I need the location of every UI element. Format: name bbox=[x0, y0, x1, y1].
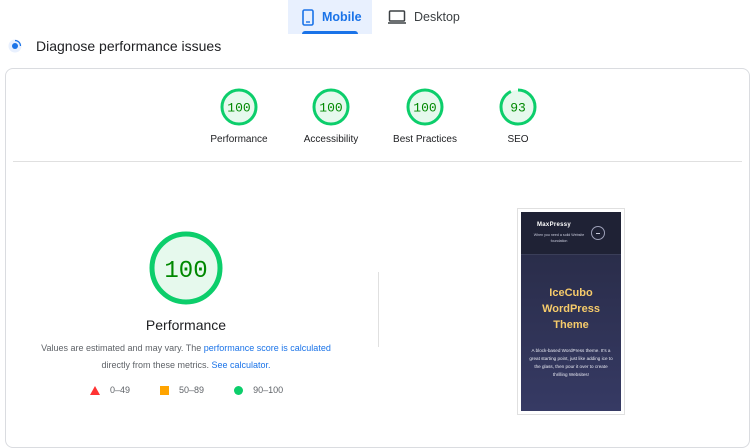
diagnose-header: Diagnose performance issues bbox=[8, 38, 221, 54]
screenshot-title-line-1: IceCubo bbox=[549, 287, 593, 299]
tab-desktop[interactable]: Desktop bbox=[372, 0, 476, 34]
legend-pass: 90–100 bbox=[234, 385, 283, 395]
tab-desktop-label: Desktop bbox=[414, 10, 460, 24]
screenshot-title-line-2: WordPress bbox=[542, 303, 600, 315]
see-calculator-link[interactable]: See calculator. bbox=[211, 360, 270, 370]
performance-score-link[interactable]: performance score is calculated bbox=[204, 343, 331, 353]
device-tabs: Mobile Desktop bbox=[288, 0, 476, 34]
gauge-best-practices-ring: 100 bbox=[406, 88, 444, 126]
gauge-performance-score: 100 bbox=[227, 101, 250, 116]
legend-fail-range: 0–49 bbox=[110, 385, 131, 395]
report-card: 100 Performance 100 Accessibility 100 Be… bbox=[5, 68, 750, 448]
note-text-1: Values are estimated and may vary. The bbox=[41, 343, 204, 353]
diagnose-icon bbox=[8, 39, 22, 53]
tab-mobile[interactable]: Mobile bbox=[288, 0, 372, 34]
red-triangle-icon bbox=[90, 385, 100, 395]
gauge-seo[interactable]: 93 SEO bbox=[463, 87, 573, 145]
tab-mobile-label: Mobile bbox=[322, 10, 362, 24]
category-gauges: 100 Performance 100 Accessibility 100 Be… bbox=[6, 87, 749, 167]
gauge-seo-label: SEO bbox=[507, 134, 529, 145]
gauge-performance-ring: 100 bbox=[220, 88, 258, 126]
menu-icon bbox=[591, 226, 605, 240]
screenshot-title: IceCubo WordPress Theme bbox=[521, 285, 621, 333]
screenshot-logo: MaxPressy bbox=[537, 222, 572, 228]
phone-icon bbox=[302, 8, 314, 26]
orange-square-icon bbox=[160, 385, 170, 395]
screenshot-content: MaxPressy When you need a solid Website … bbox=[521, 212, 621, 411]
green-circle-icon bbox=[234, 385, 244, 395]
score-note: Values are estimated and may vary. The p… bbox=[26, 340, 346, 374]
monitor-icon bbox=[388, 10, 406, 24]
card-divider bbox=[13, 161, 742, 162]
legend-pass-range: 90–100 bbox=[253, 385, 284, 395]
gauge-seo-score: 93 bbox=[510, 101, 526, 116]
main-performance-label: Performance bbox=[145, 317, 227, 333]
screenshot-header: MaxPressy When you need a solid Website … bbox=[521, 212, 621, 255]
screenshot-title-line-3: Theme bbox=[553, 319, 589, 331]
legend-average: 50–89 bbox=[160, 385, 204, 395]
gauge-best-practices-score: 100 bbox=[413, 101, 436, 116]
diagnose-title: Diagnose performance issues bbox=[36, 38, 222, 54]
vertical-separator bbox=[378, 272, 379, 347]
gauge-seo-ring: 93 bbox=[499, 88, 537, 126]
screenshot-body: A block-based WordPress theme. It's a gr… bbox=[529, 348, 613, 377]
main-performance-gauge: 100 bbox=[148, 230, 224, 311]
score-legend: 0–49 50–89 90–100 bbox=[90, 385, 283, 395]
screenshot-hero: IceCubo WordPress Theme A block-based Wo… bbox=[521, 255, 621, 411]
main-performance-score: 100 bbox=[164, 258, 207, 285]
screenshot-tagline: When you need a solid Website foundation bbox=[533, 233, 585, 243]
legend-average-range: 50–89 bbox=[179, 385, 205, 395]
gauge-accessibility-ring: 100 bbox=[312, 88, 350, 126]
gauge-accessibility-score: 100 bbox=[319, 101, 342, 116]
note-text-2: directly from these metrics. bbox=[101, 360, 212, 370]
page-screenshot-thumbnail[interactable]: MaxPressy When you need a solid Website … bbox=[517, 208, 625, 415]
legend-fail: 0–49 bbox=[90, 385, 130, 395]
